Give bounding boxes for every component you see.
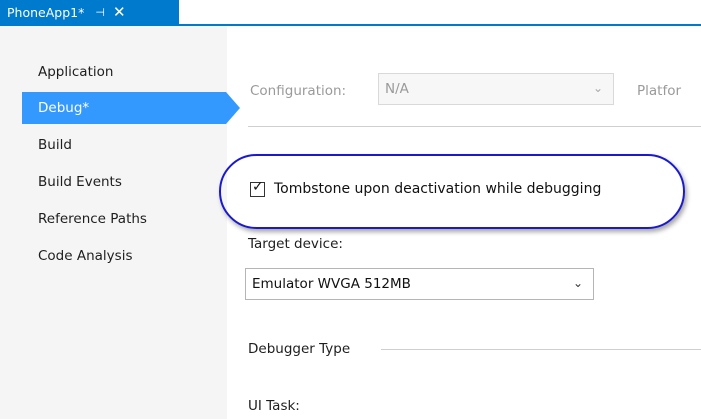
sidebar-item-debug[interactable]: Debug* — [22, 92, 226, 124]
tombstone-checkbox[interactable]: ✓ — [250, 179, 265, 197]
chevron-down-icon: ⌄ — [572, 276, 583, 290]
close-icon[interactable]: ✕ — [113, 4, 126, 20]
sidebar-item-build-events[interactable]: Build Events — [22, 166, 240, 198]
checkmark-icon: ✓ — [252, 179, 264, 195]
sidebar-item-label: Build — [38, 137, 72, 153]
target-device-select[interactable]: Emulator WVGA 512MB ⌄ — [245, 268, 594, 300]
sidebar-item-label: Application — [38, 64, 114, 80]
sidebar-item-label: Build Events — [38, 174, 122, 190]
pin-icon[interactable]: ⊣ — [95, 7, 105, 18]
group-divider — [381, 349, 701, 350]
tab-title: PhoneApp1* — [7, 4, 85, 20]
document-tab[interactable]: PhoneApp1* ⊣ ✕ — [0, 0, 179, 24]
sidebar-item-code-analysis[interactable]: Code Analysis — [22, 240, 240, 272]
sidebar-item-label: Code Analysis — [38, 248, 133, 264]
chevron-down-icon: ⌄ — [592, 81, 603, 95]
sidebar-item-reference-paths[interactable]: Reference Paths — [22, 203, 240, 235]
target-device-value: Emulator WVGA 512MB — [252, 276, 411, 292]
divider — [248, 126, 701, 127]
platform-label: Platfor — [637, 83, 682, 99]
debugger-type-label: Debugger Type — [248, 341, 351, 357]
target-device-label: Target device: — [248, 236, 343, 252]
sidebar-item-label: Reference Paths — [38, 211, 147, 227]
selection-arrow-icon — [226, 92, 240, 124]
configuration-select[interactable]: N/A ⌄ — [378, 73, 614, 105]
sidebar-item-application[interactable]: Application — [22, 56, 240, 88]
sidebar-item-label: Debug* — [38, 100, 90, 116]
ui-task-label: UI Task: — [248, 398, 300, 414]
tombstone-checkbox-label[interactable]: Tombstone upon deactivation while debugg… — [274, 181, 601, 197]
sidebar-item-build[interactable]: Build — [22, 129, 240, 161]
configuration-value: N/A — [385, 81, 409, 97]
configuration-label: Configuration: — [250, 83, 347, 99]
